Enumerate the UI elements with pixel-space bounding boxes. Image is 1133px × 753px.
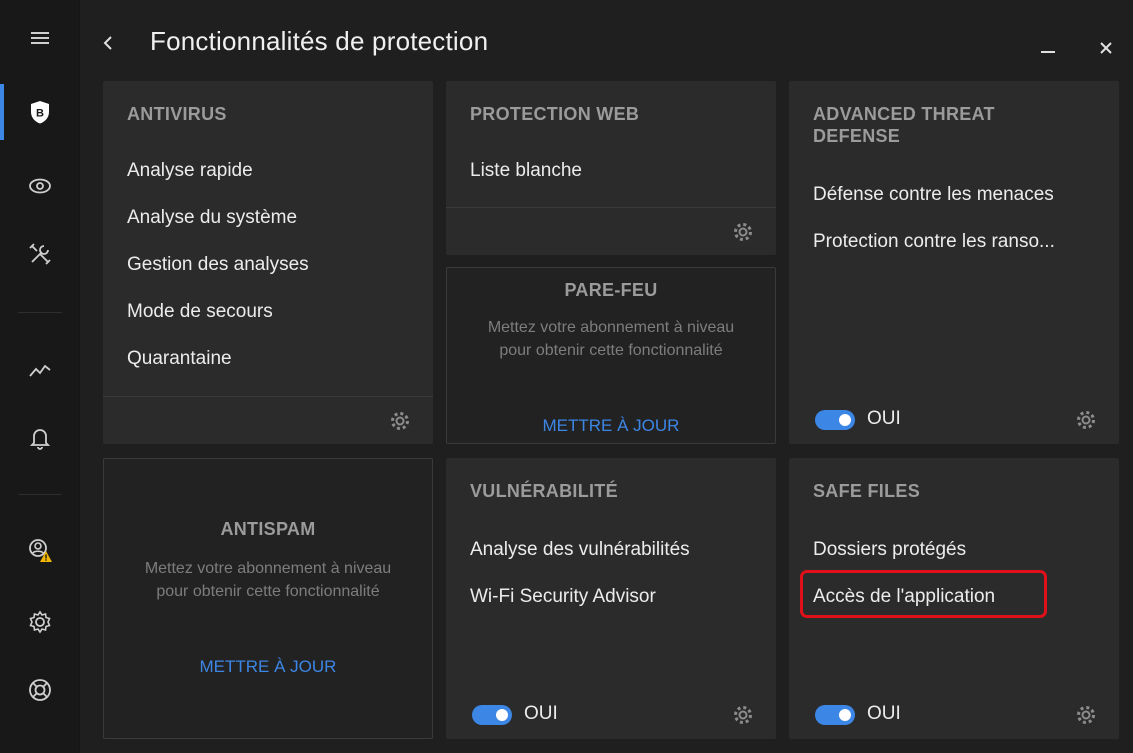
activity-icon: [29, 364, 51, 377]
link-quick-scan[interactable]: Analyse rapide: [127, 159, 309, 206]
atd-toggle[interactable]: [815, 410, 855, 430]
link-whitelist[interactable]: Liste blanche: [470, 159, 582, 206]
lifebuoy-icon: [29, 679, 51, 701]
upgrade-message: Mettez votre abonnement à niveau pour ob…: [144, 560, 392, 600]
sidebar-divider: [18, 312, 62, 313]
highlight-box: [800, 570, 1047, 618]
card-footer: OUI: [789, 691, 1119, 739]
card-title: ANTISPAM: [220, 519, 316, 539]
link-wifi-advisor[interactable]: Wi-Fi Security Advisor: [470, 585, 690, 632]
minimize-button[interactable]: [1034, 32, 1062, 60]
card-footer: OUI: [789, 396, 1119, 444]
card-title: VULNÉRABILITÉ: [470, 481, 618, 501]
toggle-label: OUI: [867, 703, 901, 724]
bitdefender-shield-icon: B: [31, 101, 49, 124]
chevron-left-icon: [103, 36, 112, 50]
settings-gear-icon[interactable]: [1075, 409, 1097, 431]
vulnerability-toggle[interactable]: [472, 705, 512, 725]
card-footer: OUI: [446, 691, 776, 739]
card-title: ADVANCED THREAT DEFENSE: [813, 104, 995, 146]
web-links: Liste blanche: [470, 159, 582, 206]
vulnerability-links: Analyse des vulnérabilités Wi-Fi Securit…: [470, 538, 690, 632]
safe-files-toggle[interactable]: [815, 705, 855, 725]
sidebar-divider: [18, 494, 62, 495]
account-warning-icon: [29, 539, 52, 562]
settings-gear-icon[interactable]: [1075, 704, 1097, 726]
sidebar-item-notifications[interactable]: [0, 410, 80, 466]
settings-gear-icon[interactable]: [389, 410, 411, 432]
sidebar-item-privacy[interactable]: [0, 158, 80, 214]
antispam-card: ANTISPAM Mettez votre abonnement à nivea…: [103, 458, 433, 739]
gear-icon: [29, 610, 51, 634]
card-title: PARE-FEU: [564, 280, 658, 300]
bell-icon: [29, 429, 51, 450]
toggle-label: OUI: [524, 703, 558, 724]
menu-icon: [31, 32, 49, 44]
link-quarantine[interactable]: Quarantaine: [127, 347, 309, 394]
close-button[interactable]: [1092, 32, 1120, 60]
close-icon: [1100, 42, 1112, 54]
atd-links: Défense contre les menaces Protection co…: [813, 183, 1055, 277]
sidebar: B: [0, 0, 80, 753]
atd-card: ADVANCED THREAT DEFENSE Défense contre l…: [789, 81, 1119, 444]
back-button[interactable]: [96, 26, 120, 60]
header: Fonctionnalités de protection: [80, 0, 1133, 80]
firewall-card: PARE-FEU Mettez votre abonnement à nivea…: [446, 267, 776, 444]
shield-badge: B: [36, 108, 44, 120]
link-vulnerability-scan[interactable]: Analyse des vulnérabilités: [470, 538, 690, 585]
link-manage-scans[interactable]: Gestion des analyses: [127, 253, 309, 300]
web-protection-card: PROTECTION WEB Liste blanche: [446, 81, 776, 255]
link-rescue-mode[interactable]: Mode de secours: [127, 300, 309, 347]
card-title: ANTIVIRUS: [127, 104, 227, 124]
sidebar-item-account[interactable]: [0, 522, 80, 578]
sidebar-item-utilities[interactable]: [0, 226, 80, 282]
upgrade-link[interactable]: METTRE À JOUR: [447, 416, 775, 436]
card-footer: [446, 207, 776, 255]
link-ransomware-protection[interactable]: Protection contre les ranso...: [813, 230, 1055, 277]
card-title: SAFE FILES: [813, 481, 921, 501]
sidebar-item-activity[interactable]: [0, 342, 80, 398]
link-threat-defense[interactable]: Défense contre les menaces: [813, 183, 1055, 230]
menu-button[interactable]: [0, 10, 80, 66]
toggle-label: OUI: [867, 408, 901, 429]
sidebar-item-protection[interactable]: B: [0, 84, 80, 140]
antivirus-card: ANTIVIRUS Analyse rapide Analyse du syst…: [103, 81, 433, 444]
card-footer: [103, 396, 433, 444]
sidebar-item-settings[interactable]: [0, 594, 80, 650]
card-title: PROTECTION WEB: [470, 104, 640, 124]
antivirus-links: Analyse rapide Analyse du système Gestio…: [127, 159, 309, 394]
upgrade-link[interactable]: METTRE À JOUR: [104, 657, 432, 677]
vulnerability-card: VULNÉRABILITÉ Analyse des vulnérabilités…: [446, 458, 776, 739]
tools-icon: [29, 243, 51, 265]
upgrade-message: Mettez votre abonnement à niveau pour ob…: [487, 319, 735, 359]
link-system-scan[interactable]: Analyse du système: [127, 206, 309, 253]
eye-icon: [29, 178, 51, 194]
settings-gear-icon[interactable]: [732, 221, 754, 243]
sidebar-item-support[interactable]: [0, 662, 80, 718]
page-title: Fonctionnalités de protection: [150, 26, 489, 56]
settings-gear-icon[interactable]: [732, 704, 754, 726]
minimize-icon: [1041, 51, 1055, 53]
